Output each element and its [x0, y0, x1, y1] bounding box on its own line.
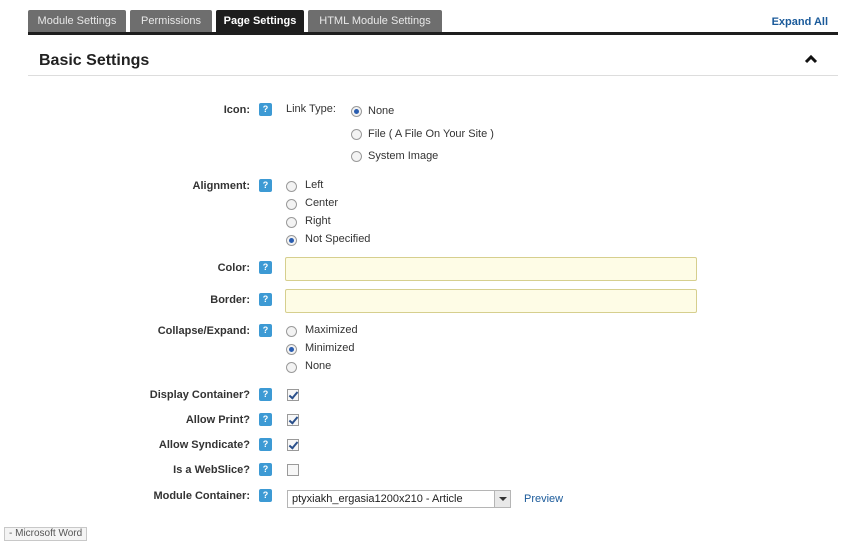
- section-header[interactable]: Basic Settings: [28, 40, 838, 76]
- help-icon[interactable]: ?: [259, 324, 272, 337]
- border-label: Border:: [210, 294, 250, 306]
- alignment-label: Alignment:: [192, 180, 250, 192]
- tab-html-module-settings[interactable]: HTML Module Settings: [308, 10, 442, 32]
- alignment-center-radio[interactable]: [286, 199, 297, 210]
- help-icon[interactable]: ?: [259, 179, 272, 192]
- section-title: Basic Settings: [39, 52, 150, 69]
- taskbar-item[interactable]: - Microsoft Word: [4, 527, 88, 541]
- collapse-maximized-label: Maximized: [305, 324, 358, 336]
- help-icon[interactable]: ?: [259, 103, 272, 116]
- allow-print-checkbox[interactable]: [287, 414, 299, 426]
- help-icon[interactable]: ?: [259, 261, 272, 274]
- collapse-minimized-radio[interactable]: [286, 344, 297, 355]
- allow-syndicate-label: Allow Syndicate?: [158, 439, 250, 451]
- display-container-label: Display Container?: [149, 389, 250, 401]
- color-label: Color:: [217, 262, 250, 274]
- collapse-none-label: None: [305, 360, 332, 372]
- expand-all-link[interactable]: Expand All: [772, 16, 828, 28]
- chevron-down-icon[interactable]: [494, 491, 510, 507]
- help-icon[interactable]: ?: [259, 388, 272, 401]
- link-type-label: Link Type:: [286, 103, 336, 115]
- help-icon[interactable]: ?: [259, 438, 272, 451]
- tab-page-settings[interactable]: Page Settings: [216, 10, 304, 32]
- tab-permissions[interactable]: Permissions: [130, 10, 212, 32]
- border-input[interactable]: [285, 289, 697, 313]
- tab-bar: Module Settings Permissions Page Setting…: [28, 10, 838, 35]
- link-type-file-label: File ( A File On Your Site ): [368, 128, 494, 140]
- link-type-none-radio[interactable]: [351, 106, 362, 117]
- display-container-checkbox[interactable]: [287, 389, 299, 401]
- link-type-file-radio[interactable]: [351, 129, 362, 140]
- alignment-center-label: Center: [305, 197, 339, 209]
- allow-print-label: Allow Print?: [185, 414, 250, 426]
- alignment-left-radio[interactable]: [286, 181, 297, 192]
- is-webslice-label: Is a WebSlice?: [173, 464, 250, 476]
- alignment-left-label: Left: [305, 179, 324, 191]
- help-icon[interactable]: ?: [259, 293, 272, 306]
- collapse-expand-label: Collapse/Expand:: [157, 325, 250, 337]
- module-container-label: Module Container:: [153, 490, 250, 502]
- is-webslice-checkbox[interactable]: [287, 464, 299, 476]
- collapse-none-radio[interactable]: [286, 362, 297, 373]
- help-icon[interactable]: ?: [259, 463, 272, 476]
- alignment-right-radio[interactable]: [286, 217, 297, 228]
- color-input[interactable]: [285, 257, 697, 281]
- alignment-right-label: Right: [305, 215, 331, 227]
- help-icon[interactable]: ?: [259, 489, 272, 502]
- preview-link[interactable]: Preview: [524, 493, 563, 505]
- link-type-system-image-radio[interactable]: [351, 151, 362, 162]
- collapse-minimized-label: Minimized: [305, 342, 355, 354]
- allow-syndicate-checkbox[interactable]: [287, 439, 299, 451]
- alignment-not-specified-radio[interactable]: [286, 235, 297, 246]
- help-icon[interactable]: ?: [259, 413, 272, 426]
- module-container-select[interactable]: ptyxiakh_ergasia1200x210 - Article: [287, 490, 511, 508]
- link-type-none-label: None: [368, 105, 395, 117]
- collapse-caret-icon[interactable]: [804, 54, 818, 64]
- alignment-not-specified-label: Not Specified: [305, 233, 371, 245]
- tab-module-settings[interactable]: Module Settings: [28, 10, 126, 32]
- icon-label: Icon:: [223, 104, 250, 116]
- module-container-value: ptyxiakh_ergasia1200x210 - Article: [292, 493, 463, 505]
- collapse-maximized-radio[interactable]: [286, 326, 297, 337]
- link-type-system-image-label: System Image: [368, 150, 439, 162]
